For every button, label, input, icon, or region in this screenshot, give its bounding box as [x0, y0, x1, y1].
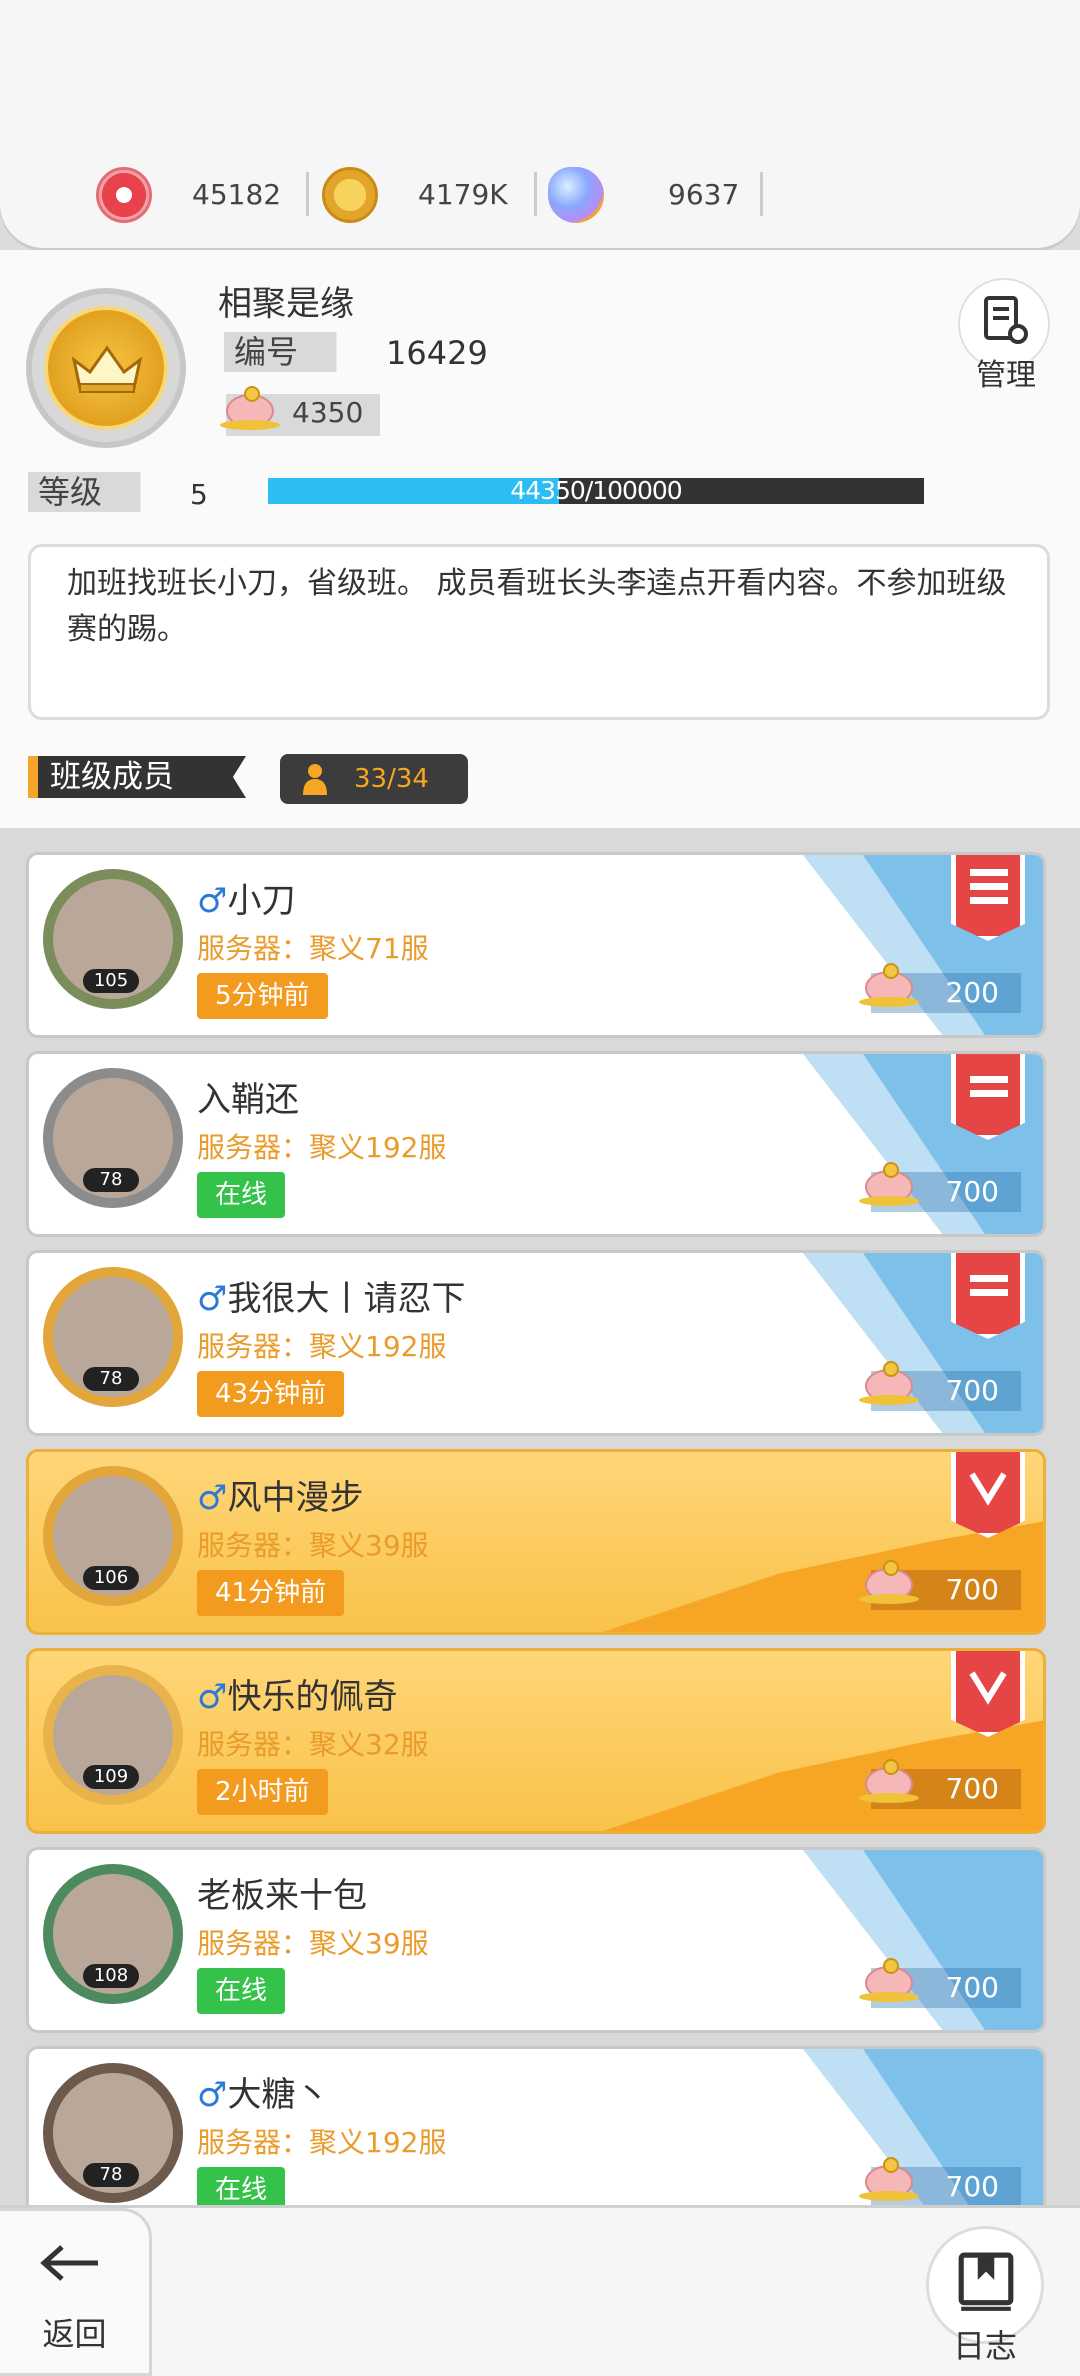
male-icon: ♂: [197, 1279, 228, 1319]
member-status: 在线: [197, 1172, 286, 1218]
crown-icon: [72, 345, 142, 393]
divider: [534, 172, 537, 216]
divider: [306, 172, 309, 216]
manage-button[interactable]: 管理: [958, 278, 1050, 393]
piggy-bank-icon: [859, 1759, 919, 1803]
member-status: 2小时前: [197, 1769, 328, 1815]
member-name: 老板来十包: [197, 1876, 367, 1916]
red-coin-icon: [96, 167, 152, 223]
members-header: 班级成员: [28, 756, 246, 798]
member-card[interactable]: 105 ♂小刀 服务器：聚义71服 5分钟前 200: [26, 852, 1046, 1038]
resource-red-coin[interactable]: 45182: [96, 160, 309, 230]
member-level: 78: [83, 1367, 139, 1391]
male-icon: ♂: [197, 1478, 228, 1518]
member-server: 服务器：聚义39服: [197, 1529, 429, 1562]
leader-badge-icon: [951, 855, 1025, 941]
gold-coin-icon: [322, 167, 378, 223]
member-name: ♂快乐的佩奇: [197, 1677, 398, 1717]
member-avatar[interactable]: 108: [39, 1860, 189, 2020]
class-exp-text: 44350/100000: [510, 476, 682, 505]
log-button[interactable]: 日志: [926, 2226, 1044, 2365]
member-server: 服务器：聚义192服: [197, 2126, 447, 2159]
member-level: 105: [83, 969, 139, 993]
member-avatar[interactable]: 105: [39, 865, 189, 1025]
member-card[interactable]: 78 入鞘还 服务器：聚义192服 在线 700: [26, 1051, 1046, 1237]
piggy-bank-icon: [859, 963, 919, 1007]
member-level: 109: [83, 1765, 139, 1789]
back-arrow-icon: [40, 2245, 98, 2281]
class-level: 5: [190, 478, 208, 511]
piggy-bank-icon: [859, 1162, 919, 1206]
class-emblem: [26, 288, 186, 448]
member-name: ♂风中漫步: [197, 1478, 364, 1518]
divider: [760, 172, 763, 216]
member-card[interactable]: 78 ♂大糖丶 服务器：聚义192服 在线 700: [26, 2046, 1046, 2208]
resource-value: 9637: [668, 178, 740, 211]
member-avatar[interactable]: 78: [39, 1263, 189, 1423]
member-server: 服务器：聚义192服: [197, 1131, 447, 1164]
piggy-bank-icon: [859, 1560, 919, 1604]
resource-value: 45182: [192, 178, 282, 211]
member-count-badge: 33/34: [280, 754, 468, 804]
member-server: 服务器：聚义71服: [197, 932, 429, 965]
member-name: ♂大糖丶: [197, 2075, 330, 2115]
member-level: 108: [83, 1964, 139, 1988]
member-status: 41分钟前: [197, 1570, 345, 1616]
member-server: 服务器：聚义39服: [197, 1927, 429, 1960]
elite-badge-icon: [951, 1651, 1025, 1737]
class-description: 加班找班长小刀，省级班。 成员看班长头李逵点开看内容。不参加班级赛的踢。: [28, 544, 1050, 720]
bottom-bar: [0, 2208, 1080, 2376]
piggy-bank-icon: [859, 2157, 919, 2201]
person-icon: [303, 764, 327, 795]
member-list[interactable]: 105 ♂小刀 服务器：聚义71服 5分钟前 200 78 入鞘还 服务器：聚义192服 在线 7…: [0, 828, 1080, 2208]
member-name: ♂小刀: [197, 881, 296, 921]
member-status: 在线: [197, 1968, 286, 2014]
class-funds: 4350: [292, 396, 364, 429]
class-id: 16429: [386, 334, 488, 372]
member-avatar[interactable]: 106: [39, 1462, 189, 1622]
resource-gold-coin[interactable]: 4179K: [322, 160, 537, 230]
resource-value: 4179K: [418, 178, 508, 211]
piggy-bank-icon: [859, 1361, 919, 1405]
piggy-bank-icon: [859, 1958, 919, 2002]
member-avatar[interactable]: 109: [39, 1661, 189, 1821]
male-icon: ♂: [197, 881, 228, 921]
resource-gem[interactable]: 9637: [548, 160, 763, 230]
member-name: 入鞘还: [197, 1080, 299, 1120]
resource-bar: [0, 0, 1080, 248]
member-level: 78: [83, 2163, 139, 2187]
member-count: 33/34: [354, 764, 429, 794]
officer-badge-icon: [951, 1054, 1025, 1140]
member-card[interactable]: 78 ♂我很大丨请忍下 服务器：聚义192服 43分钟前 700: [26, 1250, 1046, 1436]
log-label: 日志: [952, 2327, 1017, 2365]
male-icon: ♂: [197, 1677, 228, 1717]
manage-label: 管理: [976, 358, 1036, 393]
back-button[interactable]: 返回: [0, 2208, 152, 2376]
member-server: 服务器：聚义32服: [197, 1728, 429, 1761]
member-status: 在线: [197, 2167, 286, 2208]
member-avatar[interactable]: 78: [39, 1064, 189, 1224]
elite-badge-icon: [951, 1452, 1025, 1538]
member-level: 106: [83, 1566, 139, 1590]
member-avatar[interactable]: 78: [39, 2059, 189, 2208]
member-status: 5分钟前: [197, 973, 328, 1019]
piggy-bank-icon: [220, 386, 280, 430]
member-card[interactable]: 108 老板来十包 服务器：聚义39服 在线 700: [26, 1847, 1046, 2033]
male-icon: ♂: [197, 2075, 228, 2115]
book-icon: [958, 2252, 1014, 2311]
class-name: 相聚是缘: [218, 284, 354, 324]
member-level: 78: [83, 1168, 139, 1192]
member-server: 服务器：聚义192服: [197, 1330, 447, 1363]
officer-badge-icon: [951, 1253, 1025, 1339]
back-label: 返回: [42, 2315, 107, 2353]
gem-pacifier-icon: [548, 167, 604, 223]
member-card[interactable]: 106 ♂风中漫步 服务器：聚义39服 41分钟前 700: [26, 1449, 1046, 1635]
member-status: 43分钟前: [197, 1371, 345, 1417]
class-exp-bar: 44350/100000: [268, 476, 924, 505]
member-card[interactable]: 109 ♂快乐的佩奇 服务器：聚义32服 2小时前 700: [26, 1648, 1046, 1834]
member-name: ♂我很大丨请忍下: [197, 1279, 466, 1319]
manage-icon: [984, 296, 1028, 344]
